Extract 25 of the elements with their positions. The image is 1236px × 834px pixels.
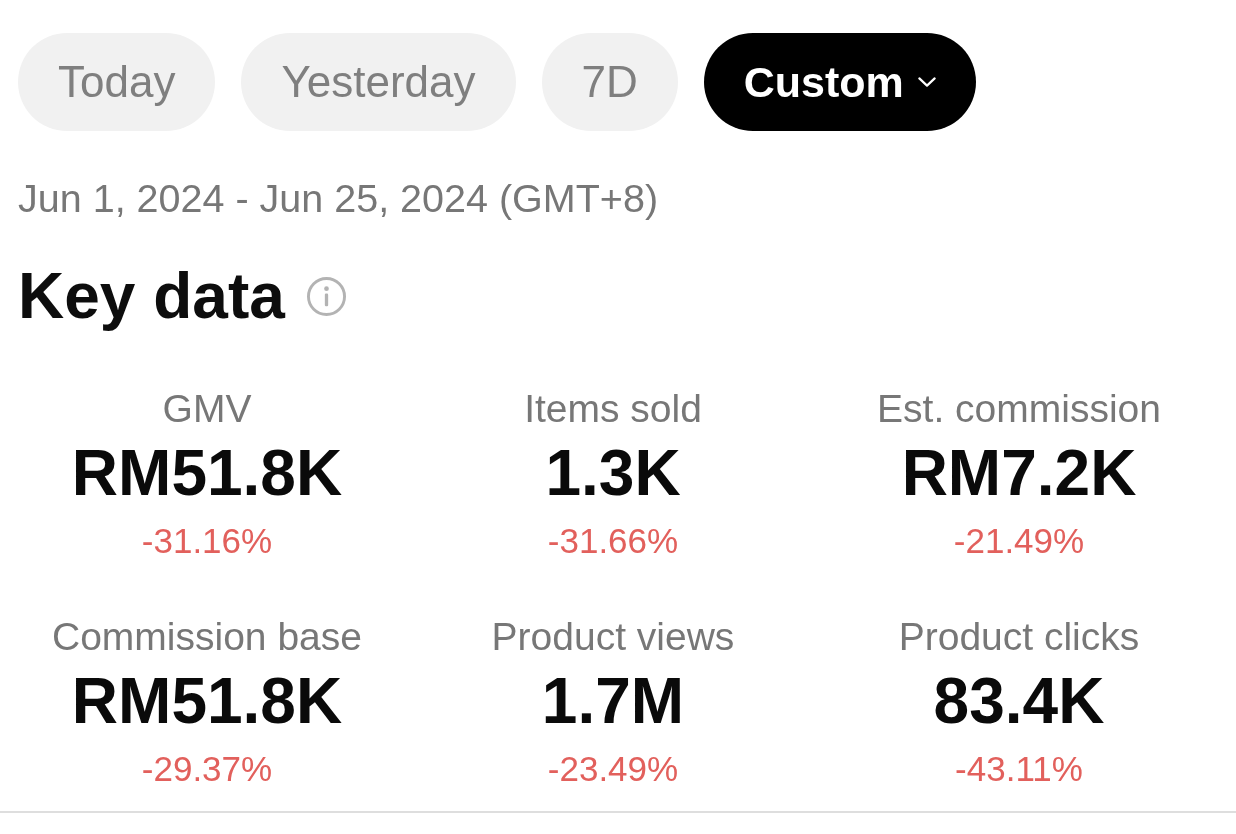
metric-value: RM7.2K — [901, 438, 1137, 508]
metric-value: 1.7M — [541, 666, 685, 736]
metric-value: 83.4K — [933, 666, 1105, 736]
date-range-tab[interactable]: Custom — [703, 33, 976, 131]
metric-value: 1.3K — [545, 438, 681, 508]
metric-value: RM51.8K — [71, 666, 343, 736]
metric-label: Product views — [491, 615, 735, 659]
metric-change: -43.11% — [955, 748, 1083, 790]
metric-label: Est. commission — [877, 387, 1161, 431]
metric-change: -23.49% — [547, 748, 679, 790]
metric-label: Items sold — [524, 387, 702, 431]
metric-label: Commission base — [52, 615, 362, 659]
info-icon[interactable] — [306, 277, 346, 316]
metric-value: RM51.8K — [71, 438, 343, 508]
metric-label: GMV — [162, 387, 252, 431]
date-range-tab[interactable]: Yesterday — [241, 33, 516, 131]
metric-change: -21.49% — [953, 520, 1085, 562]
metric-change: -31.16% — [141, 520, 273, 562]
metric-label: Product clicks — [898, 615, 1140, 659]
metric-change: -31.66% — [547, 520, 679, 562]
section-title: Key data — [18, 259, 285, 334]
date-range-text: Jun 1, 2024 - Jun 25, 2024 (GMT+8) — [18, 175, 659, 221]
date-range-tab[interactable]: 7D — [541, 33, 678, 131]
metric-change: -29.37% — [141, 748, 273, 790]
date-range-tab[interactable]: Today — [18, 33, 216, 131]
